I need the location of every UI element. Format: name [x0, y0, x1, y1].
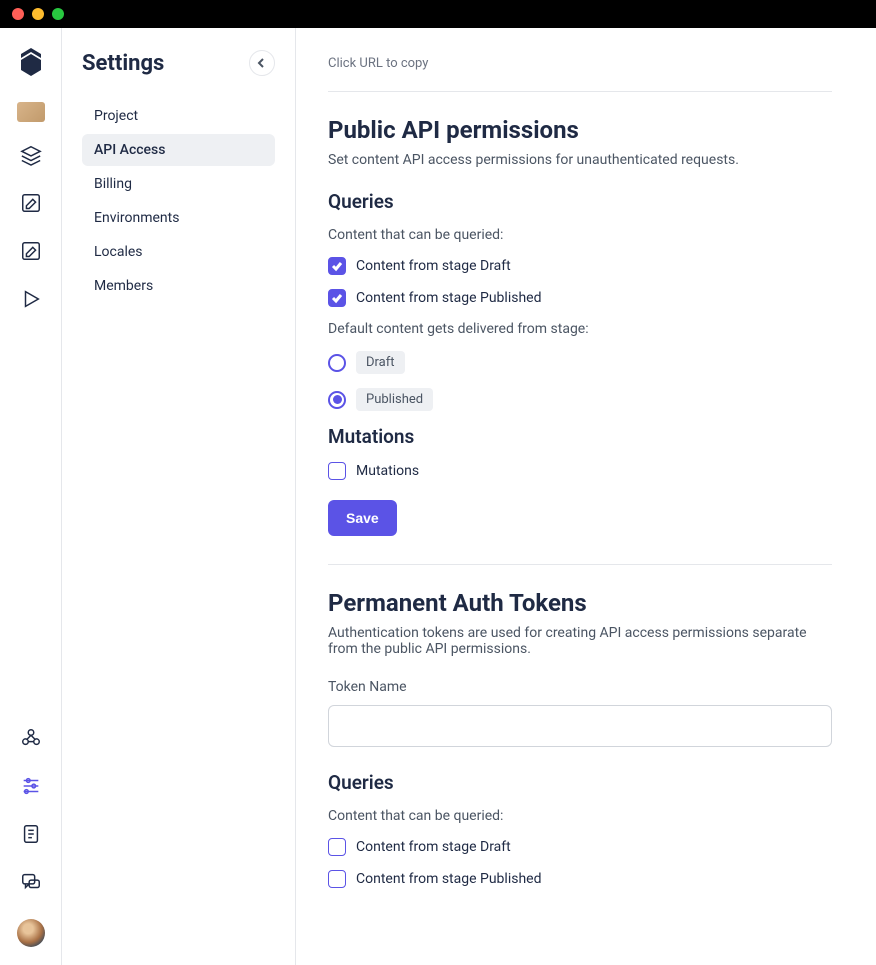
public-radio-published-label: Published — [356, 388, 433, 411]
tokens-check-published-row: Content from stage Published — [328, 870, 832, 888]
window-zoom-button[interactable] — [52, 8, 64, 20]
window-minimize-button[interactable] — [32, 8, 44, 20]
settings-sliders-icon[interactable] — [20, 775, 42, 801]
public-api-desc: Set content API access permissions for u… — [328, 152, 832, 168]
nav-item-locales[interactable]: Locales — [82, 236, 275, 268]
check-icon — [331, 260, 343, 272]
nav-item-environments[interactable]: Environments — [82, 202, 275, 234]
public-api-title: Public API permissions — [328, 116, 832, 144]
public-check-draft-label: Content from stage Draft — [356, 258, 511, 274]
tokens-desc: Authentication tokens are used for creat… — [328, 625, 832, 657]
icon-rail — [0, 28, 62, 965]
nav-item-members[interactable]: Members — [82, 270, 275, 302]
window-titlebar — [0, 0, 876, 28]
public-queried-label: Content that can be queried: — [328, 227, 832, 243]
tokens-check-published-label: Content from stage Published — [356, 871, 541, 887]
play-icon[interactable] — [20, 288, 42, 314]
doc-list-icon[interactable] — [20, 823, 42, 849]
public-check-published-row: Content from stage Published — [328, 289, 832, 307]
public-check-published[interactable] — [328, 289, 346, 307]
public-mutations-title: Mutations — [328, 425, 832, 448]
tokens-check-draft[interactable] — [328, 838, 346, 856]
sidebar-title: Settings — [82, 51, 164, 76]
main-content: Click URL to copy Public API permissions… — [296, 28, 876, 965]
public-queries-title: Queries — [328, 190, 832, 213]
project-thumbnail[interactable] — [17, 102, 45, 122]
app-shell: Settings Project API Access Billing Envi… — [0, 28, 876, 965]
edit-alt-icon[interactable] — [20, 240, 42, 266]
nav-item-project[interactable]: Project — [82, 100, 275, 132]
layers-icon[interactable] — [20, 144, 42, 170]
check-icon — [331, 292, 343, 304]
settings-sidebar: Settings Project API Access Billing Envi… — [62, 28, 296, 965]
public-mutations-label: Mutations — [356, 463, 419, 479]
public-check-published-label: Content from stage Published — [356, 290, 541, 306]
collapse-sidebar-button[interactable] — [249, 50, 275, 76]
tokens-queries-title: Queries — [328, 771, 832, 794]
token-name-input[interactable] — [328, 705, 832, 747]
public-radio-published-row: Published — [328, 388, 832, 411]
tokens-title: Permanent Auth Tokens — [328, 589, 832, 617]
user-avatar[interactable] — [17, 919, 45, 947]
public-mutations-row: Mutations — [328, 462, 832, 480]
edit-icon[interactable] — [20, 192, 42, 218]
window-close-button[interactable] — [12, 8, 24, 20]
token-name-label: Token Name — [328, 679, 832, 695]
divider — [328, 91, 832, 92]
public-check-draft[interactable] — [328, 257, 346, 275]
tokens-check-published[interactable] — [328, 870, 346, 888]
tokens-check-draft-row: Content from stage Draft — [328, 838, 832, 856]
save-button[interactable]: Save — [328, 500, 397, 536]
copy-url-hint: Click URL to copy — [328, 56, 832, 71]
public-radio-draft-row: Draft — [328, 351, 832, 374]
public-mutations-check[interactable] — [328, 462, 346, 480]
chevron-left-icon — [257, 58, 267, 68]
tokens-check-draft-label: Content from stage Draft — [356, 839, 511, 855]
divider — [328, 564, 832, 565]
tokens-queried-label: Content that can be queried: — [328, 808, 832, 824]
chat-icon[interactable] — [20, 871, 42, 897]
webhook-icon[interactable] — [20, 727, 42, 753]
public-radio-draft[interactable] — [328, 354, 346, 372]
public-radio-draft-label: Draft — [356, 351, 405, 374]
nav-item-billing[interactable]: Billing — [82, 168, 275, 200]
nav-item-api-access[interactable]: API Access — [82, 134, 275, 166]
public-check-draft-row: Content from stage Draft — [328, 257, 832, 275]
logo-icon[interactable] — [19, 48, 43, 80]
settings-nav: Project API Access Billing Environments … — [82, 100, 275, 302]
public-radio-published[interactable] — [328, 391, 346, 409]
public-default-label: Default content gets delivered from stag… — [328, 321, 832, 337]
